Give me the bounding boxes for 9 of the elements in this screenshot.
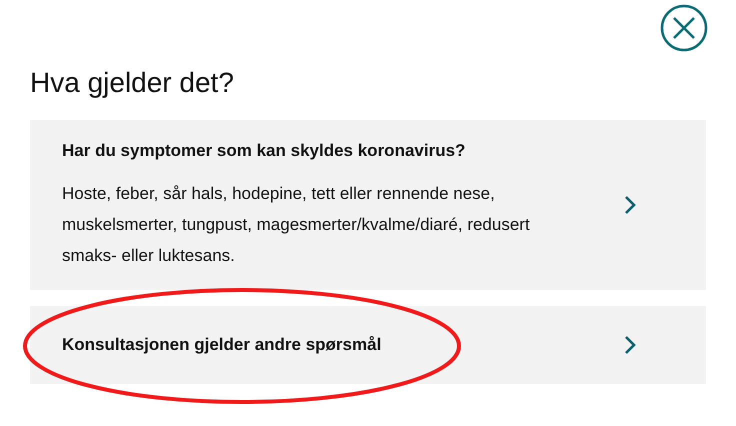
option-card[interactable]: Har du symptomer som kan skyldes koronavirus? Hoste, feber, sår hals, hodepine, tett eller rennende nese, muskelsmerter, tungpust, magesmerter/kvalme/diaré, redusert smaks- eller luktesans.: [30, 120, 706, 290]
option-card[interactable]: Konsultasjonen gjelder andre spørsmål: [30, 306, 706, 384]
option-heading: Konsultasjonen gjelder andre spørsmål: [62, 334, 382, 356]
option-description: Hoste, feber, sår hals, hodepine, tett eller rennende nese, muskelsmerter, tungpust, magesmerter/kvalme/diaré, redusert smaks- eller luktesans.: [62, 182, 531, 266]
option-heading: Har du symptomer som kan skyldes koronavirus?: [62, 140, 466, 162]
close-icon[interactable]: [660, 4, 708, 52]
chevron-right-icon: [624, 335, 636, 355]
chevron-right-icon: [624, 195, 636, 215]
dialog-title: Hva gjelder det?: [30, 66, 235, 100]
